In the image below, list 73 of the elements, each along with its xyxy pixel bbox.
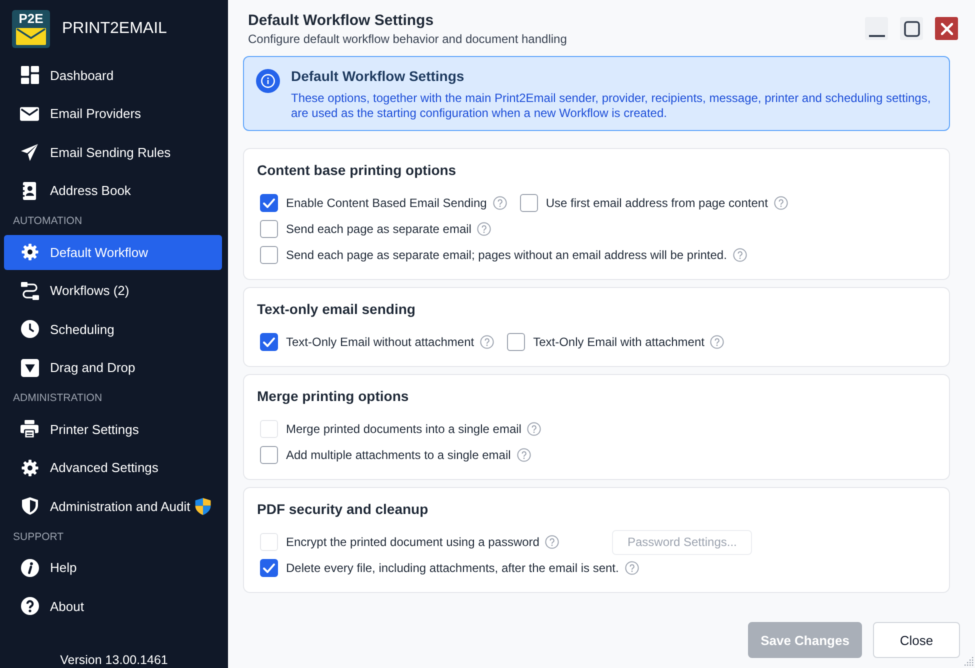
info-icon — [20, 558, 38, 577]
checkbox-label[interactable]: Use first email address from page content — [546, 196, 768, 210]
checkbox-label[interactable]: Send each page as separate email; pages without an email address will be printed. — [286, 248, 727, 262]
nav-item[interactable]: Email Sending Rules — [4, 135, 222, 170]
banner-title: Default Workflow Settings — [291, 68, 466, 85]
nav-item[interactable]: Printer Settings — [4, 412, 222, 446]
help-icon[interactable] — [492, 196, 507, 210]
checkbox[interactable] — [507, 333, 526, 351]
page-subtitle: Configure default workflow behavior and document handling — [248, 32, 567, 47]
nav-item[interactable]: Default Workflow — [4, 235, 222, 270]
nav-item[interactable]: Scheduling — [4, 312, 222, 346]
maximize-button[interactable] — [900, 17, 923, 40]
grid-icon — [20, 66, 38, 84]
nav-item[interactable]: Administration and Audit — [4, 489, 222, 524]
help-icon[interactable] — [477, 222, 492, 236]
checkbox[interactable] — [260, 194, 278, 212]
checkbox-label[interactable]: Text-Only Email without attachment — [286, 335, 474, 349]
gear-icon — [20, 458, 38, 477]
minimize-icon — [868, 35, 884, 37]
envelope-icon — [20, 106, 39, 121]
help-icon[interactable] — [624, 561, 639, 575]
banner-text: These options, together with the main Print2Email sender, provider, recipients, message, printer and scheduling settings, are used as the starting configuration when a new Workflow is created. — [291, 91, 932, 121]
checkbox-label[interactable]: Send each page as separate email — [286, 222, 472, 236]
close-icon — [940, 22, 952, 34]
card-title: PDF security and cleanup — [257, 500, 430, 518]
checkbox-label[interactable]: Add multiple attachments to a single email — [286, 448, 511, 462]
gear-icon — [20, 243, 38, 262]
version-label: Version 13.00.1461 — [59, 653, 169, 668]
checkbox-label[interactable]: Enable Content Based Email Sending — [286, 196, 487, 210]
checkbox-label[interactable]: Text-Only Email with attachment — [533, 335, 704, 349]
checkbox[interactable] — [260, 220, 278, 238]
checkbox[interactable] — [520, 194, 538, 212]
address-book-icon — [22, 182, 37, 200]
checkbox[interactable] — [260, 446, 278, 464]
app-name: PRINT2EMAIL — [62, 20, 167, 38]
info-icon — [256, 69, 280, 93]
section-label: SUPPORT — [12, 530, 65, 544]
help-icon[interactable] — [516, 448, 531, 462]
checkbox[interactable] — [260, 333, 278, 351]
checkbox-label[interactable]: Delete every file, including attachments, after the email is sent. — [286, 561, 619, 575]
question-circle-icon — [20, 597, 38, 616]
shield-icon — [22, 497, 38, 516]
help-icon[interactable] — [480, 335, 494, 349]
section-label: AUTOMATION — [12, 214, 84, 229]
help-icon[interactable] — [732, 248, 747, 262]
checkbox[interactable] — [260, 246, 278, 264]
maximize-icon — [904, 20, 920, 36]
nav-item[interactable]: Email Providers — [4, 96, 222, 131]
nav-item[interactable]: Help — [4, 550, 222, 585]
page-title: Default Workflow Settings — [248, 12, 435, 30]
nav-item[interactable]: Advanced Settings — [4, 450, 222, 485]
help-icon[interactable] — [774, 196, 788, 210]
nav-item[interactable]: Address Book — [4, 174, 222, 208]
flowchart-icon — [20, 282, 38, 300]
card-title: Content base printing options — [257, 161, 458, 179]
help-icon[interactable] — [710, 335, 724, 349]
checkbox[interactable] — [260, 559, 278, 577]
close-button[interactable] — [935, 17, 958, 40]
paper-plane-icon — [21, 144, 38, 161]
card-title: Text-only email sending — [257, 300, 416, 318]
nav-item[interactable]: Workflows (2) — [4, 274, 222, 308]
nav-item[interactable]: Drag and Drop — [4, 350, 222, 385]
printer-icon — [20, 420, 39, 438]
clock-icon — [20, 320, 38, 338]
nav-item[interactable]: Dashboard — [4, 58, 222, 92]
section-label: ADMINISTRATION — [12, 391, 104, 406]
close-dialog-button[interactable]: Close — [873, 622, 960, 658]
card-title: Merge printing options — [257, 387, 410, 405]
resize-grip-icon[interactable] — [964, 657, 974, 667]
envelope-icon — [16, 28, 46, 45]
minimize-button[interactable] — [865, 17, 888, 40]
nav-item[interactable]: About — [4, 589, 222, 624]
logo-text: P2E — [18, 12, 44, 26]
